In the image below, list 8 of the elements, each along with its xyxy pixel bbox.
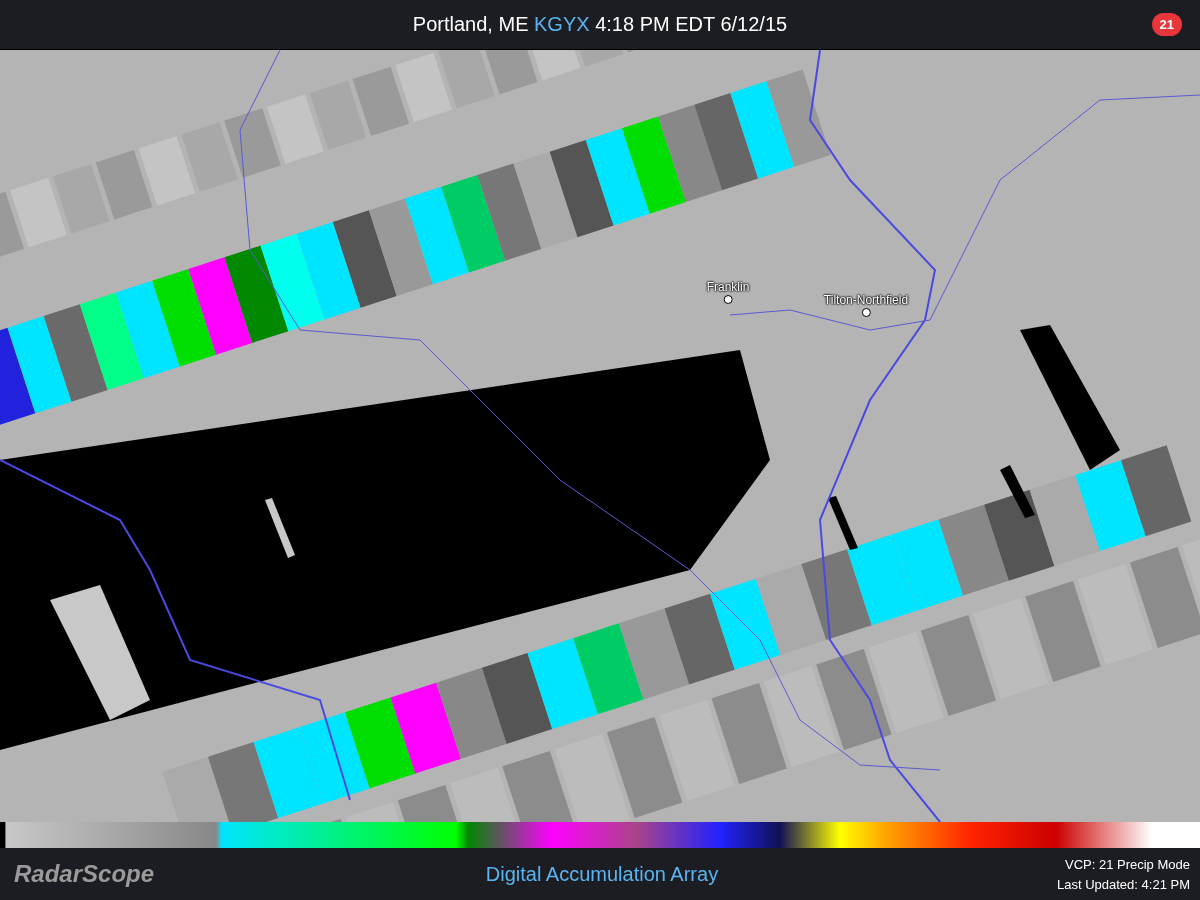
city-label: Franklin (706, 280, 750, 294)
product-name[interactable]: Digital Accumulation Array (485, 862, 719, 886)
app-logo: RadarScope (14, 860, 156, 888)
radar-title: Portland, ME KGYX 4:18 PM EDT 6/12/15 (412, 13, 788, 36)
notification-badge[interactable]: 21 (1151, 13, 1182, 36)
last-updated-text: Last Updated: 4:21 PM (1057, 876, 1190, 892)
vcp-mode-text: VCP: 21 Precip Mode (1064, 856, 1190, 872)
city-label: Tilton-Northfield (823, 293, 909, 307)
